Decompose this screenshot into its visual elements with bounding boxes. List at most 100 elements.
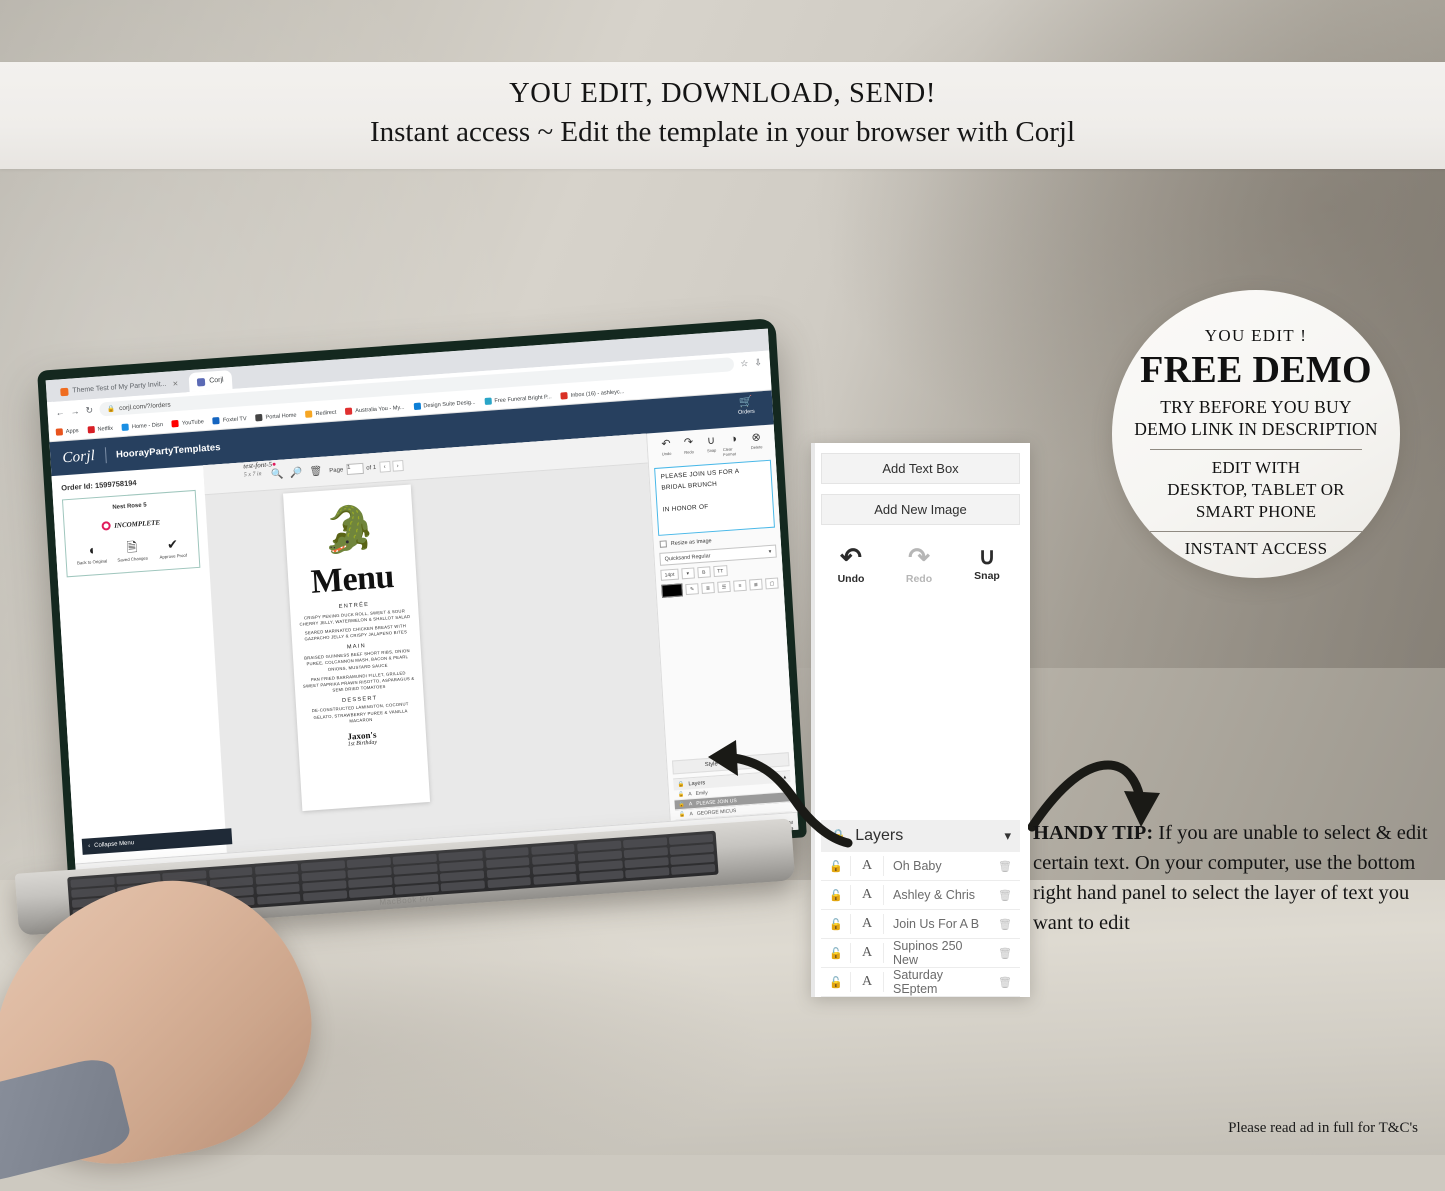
bookmark-item[interactable]: Design Suite Desig... bbox=[413, 399, 476, 411]
delete-layer-icon[interactable]: 🗑 bbox=[998, 976, 1012, 989]
unlock-icon[interactable]: 🔓 bbox=[829, 918, 843, 931]
order-id: Order Id: 1599758194 bbox=[60, 478, 137, 493]
next-page-icon[interactable]: › bbox=[391, 460, 404, 472]
text-layer-icon: A bbox=[861, 945, 873, 960]
forward-icon[interactable]: → bbox=[70, 406, 80, 417]
align-left-icon[interactable]: ≡ bbox=[733, 579, 747, 592]
editor-undo-button[interactable]: ↶ Undo bbox=[654, 438, 678, 462]
menu-template-canvas[interactable]: 🐊 Menu ENTRÉE CRISPY PEKING DUCK ROLL, S… bbox=[283, 484, 431, 812]
layer-name: Saturday SEptem bbox=[893, 968, 944, 996]
browser-tab-1-title: Theme Test of My Party Invit... bbox=[72, 380, 167, 395]
browser-tab-2-title: Corjl bbox=[209, 376, 224, 385]
badge-instant-access: INSTANT ACCESS bbox=[1184, 539, 1328, 559]
back-icon[interactable]: ← bbox=[55, 407, 65, 418]
url-text: corjl.com/?/orders bbox=[118, 400, 171, 412]
bookmark-item[interactable]: Apps bbox=[55, 427, 79, 436]
editor-clear-format-button[interactable]: ◑ Clear Format bbox=[722, 433, 746, 457]
text-box-icon[interactable]: ▢ bbox=[765, 577, 779, 590]
bookmark-label: Redirect bbox=[315, 409, 337, 417]
crocodile-illustration-icon: 🐊 bbox=[320, 503, 379, 556]
star-bookmark-icon[interactable]: ☆ bbox=[740, 358, 749, 370]
bookmark-item[interactable]: Portal Home bbox=[255, 411, 297, 422]
text-layer-icon: A bbox=[861, 974, 873, 989]
arrow-to-laptop bbox=[708, 740, 853, 848]
bookmark-item[interactable]: Netflix bbox=[87, 425, 113, 434]
close-tab-icon[interactable]: ✕ bbox=[172, 379, 178, 387]
chevron-down-icon[interactable]: ▾ bbox=[1004, 828, 1011, 844]
delete-layer-icon[interactable]: 🗑 bbox=[998, 889, 1012, 902]
layer-row[interactable]: 🔓 A Supinos 250 New 🗑 bbox=[821, 939, 1020, 968]
row-divider bbox=[850, 943, 851, 963]
restore-original-label: Back to Original bbox=[76, 558, 108, 566]
menu-signature: Jaxon's 1st Birthday bbox=[306, 726, 419, 750]
redo-button[interactable]: ↷ Redo bbox=[897, 545, 941, 586]
badge-line-you-edit: YOU EDIT ! bbox=[1204, 326, 1308, 345]
bookmark-label: Netflix bbox=[97, 425, 114, 433]
approve-proof-button[interactable]: ✔ Approve Proof bbox=[152, 536, 193, 560]
bookmark-item[interactable]: Redirect bbox=[305, 409, 336, 418]
badge-try-before-you-buy: TRY BEFORE YOU BUY bbox=[1160, 397, 1352, 417]
corjl-logo[interactable]: Corjl bbox=[62, 448, 96, 467]
editor-redo-button[interactable]: ↷ Redo bbox=[677, 436, 701, 461]
delete-layer-icon[interactable]: 🗑 bbox=[998, 947, 1012, 960]
bookmark-item[interactable]: Foxtel TV bbox=[212, 415, 247, 425]
editor-snap-button[interactable]: ∪ Snap bbox=[699, 435, 723, 459]
template-info: test-font-5● 5 x 7 in bbox=[243, 460, 277, 479]
bookmark-item[interactable]: Australia You - My... bbox=[345, 404, 405, 415]
badge-divider bbox=[1150, 448, 1362, 450]
snap-label: Snap bbox=[974, 570, 1000, 582]
row-divider bbox=[850, 914, 851, 934]
menu-item: PAN FRIED BARRAMUNDI FILLET, GRILLED SWE… bbox=[302, 670, 415, 693]
bookmark-item[interactable]: Free Funeral Bright P... bbox=[484, 393, 552, 406]
delete-layer-icon[interactable]: 🗑 bbox=[998, 918, 1012, 931]
layer-row[interactable]: 🔓 A Join Us For A B 🗑 bbox=[821, 910, 1020, 939]
unlock-icon[interactable]: 🔓 bbox=[829, 860, 843, 873]
download-icon[interactable]: ⇩ bbox=[754, 357, 762, 369]
bookmark-item[interactable]: Home - Disn bbox=[121, 421, 163, 431]
header-divider bbox=[104, 447, 107, 464]
unlock-icon[interactable]: 🔓 bbox=[829, 947, 843, 960]
add-new-image-button[interactable]: Add New Image bbox=[821, 494, 1020, 525]
text-case-button[interactable]: TT bbox=[712, 565, 728, 578]
checkbox-icon bbox=[659, 540, 667, 548]
snap-button[interactable]: ∪ Snap bbox=[965, 545, 1009, 585]
lock-icon: 🔓 bbox=[679, 811, 686, 818]
reload-icon[interactable]: ↻ bbox=[85, 405, 93, 417]
page-title: YOU EDIT, DOWNLOAD, SEND! bbox=[509, 78, 936, 109]
lock-icon: 🔓 bbox=[677, 791, 685, 798]
text-content-input[interactable]: PLEASE JOIN US FOR A BRIDAL BRUNCH IN HO… bbox=[654, 459, 775, 536]
undo-button[interactable]: ↶ Undo bbox=[829, 545, 873, 586]
eyedropper-icon[interactable]: ✎ bbox=[685, 583, 699, 596]
restore-original-button[interactable]: ◖ Back to Original bbox=[71, 542, 112, 566]
unlock-icon[interactable]: 🔓 bbox=[829, 976, 843, 989]
resize-as-image-label: Resize as Image bbox=[670, 537, 712, 547]
browser-tab-2[interactable]: Corjl bbox=[188, 370, 233, 393]
order-card[interactable]: Nest Rose 5 INCOMPLETE ◖ Back to Origina… bbox=[61, 489, 201, 578]
row-divider bbox=[883, 885, 884, 905]
redo-label: Redo bbox=[684, 449, 695, 455]
canvas-area: test-font-5● 5 x 7 in 🔍 🔎 🗑 Page 1 of 1 bbox=[203, 433, 670, 853]
orders-cart-button[interactable]: 🛒 Orders bbox=[737, 395, 755, 416]
letter-spacing-icon[interactable]: ☰ bbox=[717, 580, 731, 593]
layer-row[interactable]: 🔓 A Oh Baby 🗑 bbox=[821, 852, 1020, 881]
bold-button[interactable]: B bbox=[696, 566, 711, 579]
add-text-box-button[interactable]: Add Text Box bbox=[821, 453, 1020, 484]
chevron-down-icon[interactable]: ▾ bbox=[681, 567, 695, 580]
line-height-icon[interactable]: ≣ bbox=[701, 582, 715, 594]
bookmark-item[interactable]: YouTube bbox=[171, 418, 204, 428]
text-color-swatch[interactable] bbox=[661, 583, 684, 598]
layer-row[interactable]: 🔓 A Ashley & Chris 🗑 bbox=[821, 881, 1020, 910]
layer-row[interactable]: 🔓 A Saturday SEptem 🗑 bbox=[821, 968, 1020, 997]
font-size-input[interactable]: 14pt bbox=[660, 568, 679, 581]
editor-delete-button[interactable]: ⊗ Delete bbox=[745, 431, 769, 456]
prev-page-icon[interactable]: ‹ bbox=[378, 460, 391, 473]
unlock-icon[interactable]: 🔓 bbox=[829, 889, 843, 902]
delete-page-icon[interactable]: 🗑 bbox=[309, 466, 322, 478]
save-changes-button[interactable]: 🗎 Saved Changes bbox=[112, 539, 153, 563]
page-input[interactable]: 1 bbox=[345, 462, 364, 476]
incomplete-dot-icon bbox=[100, 521, 111, 531]
delete-layer-icon[interactable]: 🗑 bbox=[998, 860, 1012, 873]
bookmark-item[interactable]: Inbox (16) - ashleyc... bbox=[560, 388, 625, 400]
align-center-icon[interactable]: ≣ bbox=[749, 578, 763, 591]
zoom-out-icon[interactable]: 🔎 bbox=[290, 467, 303, 479]
